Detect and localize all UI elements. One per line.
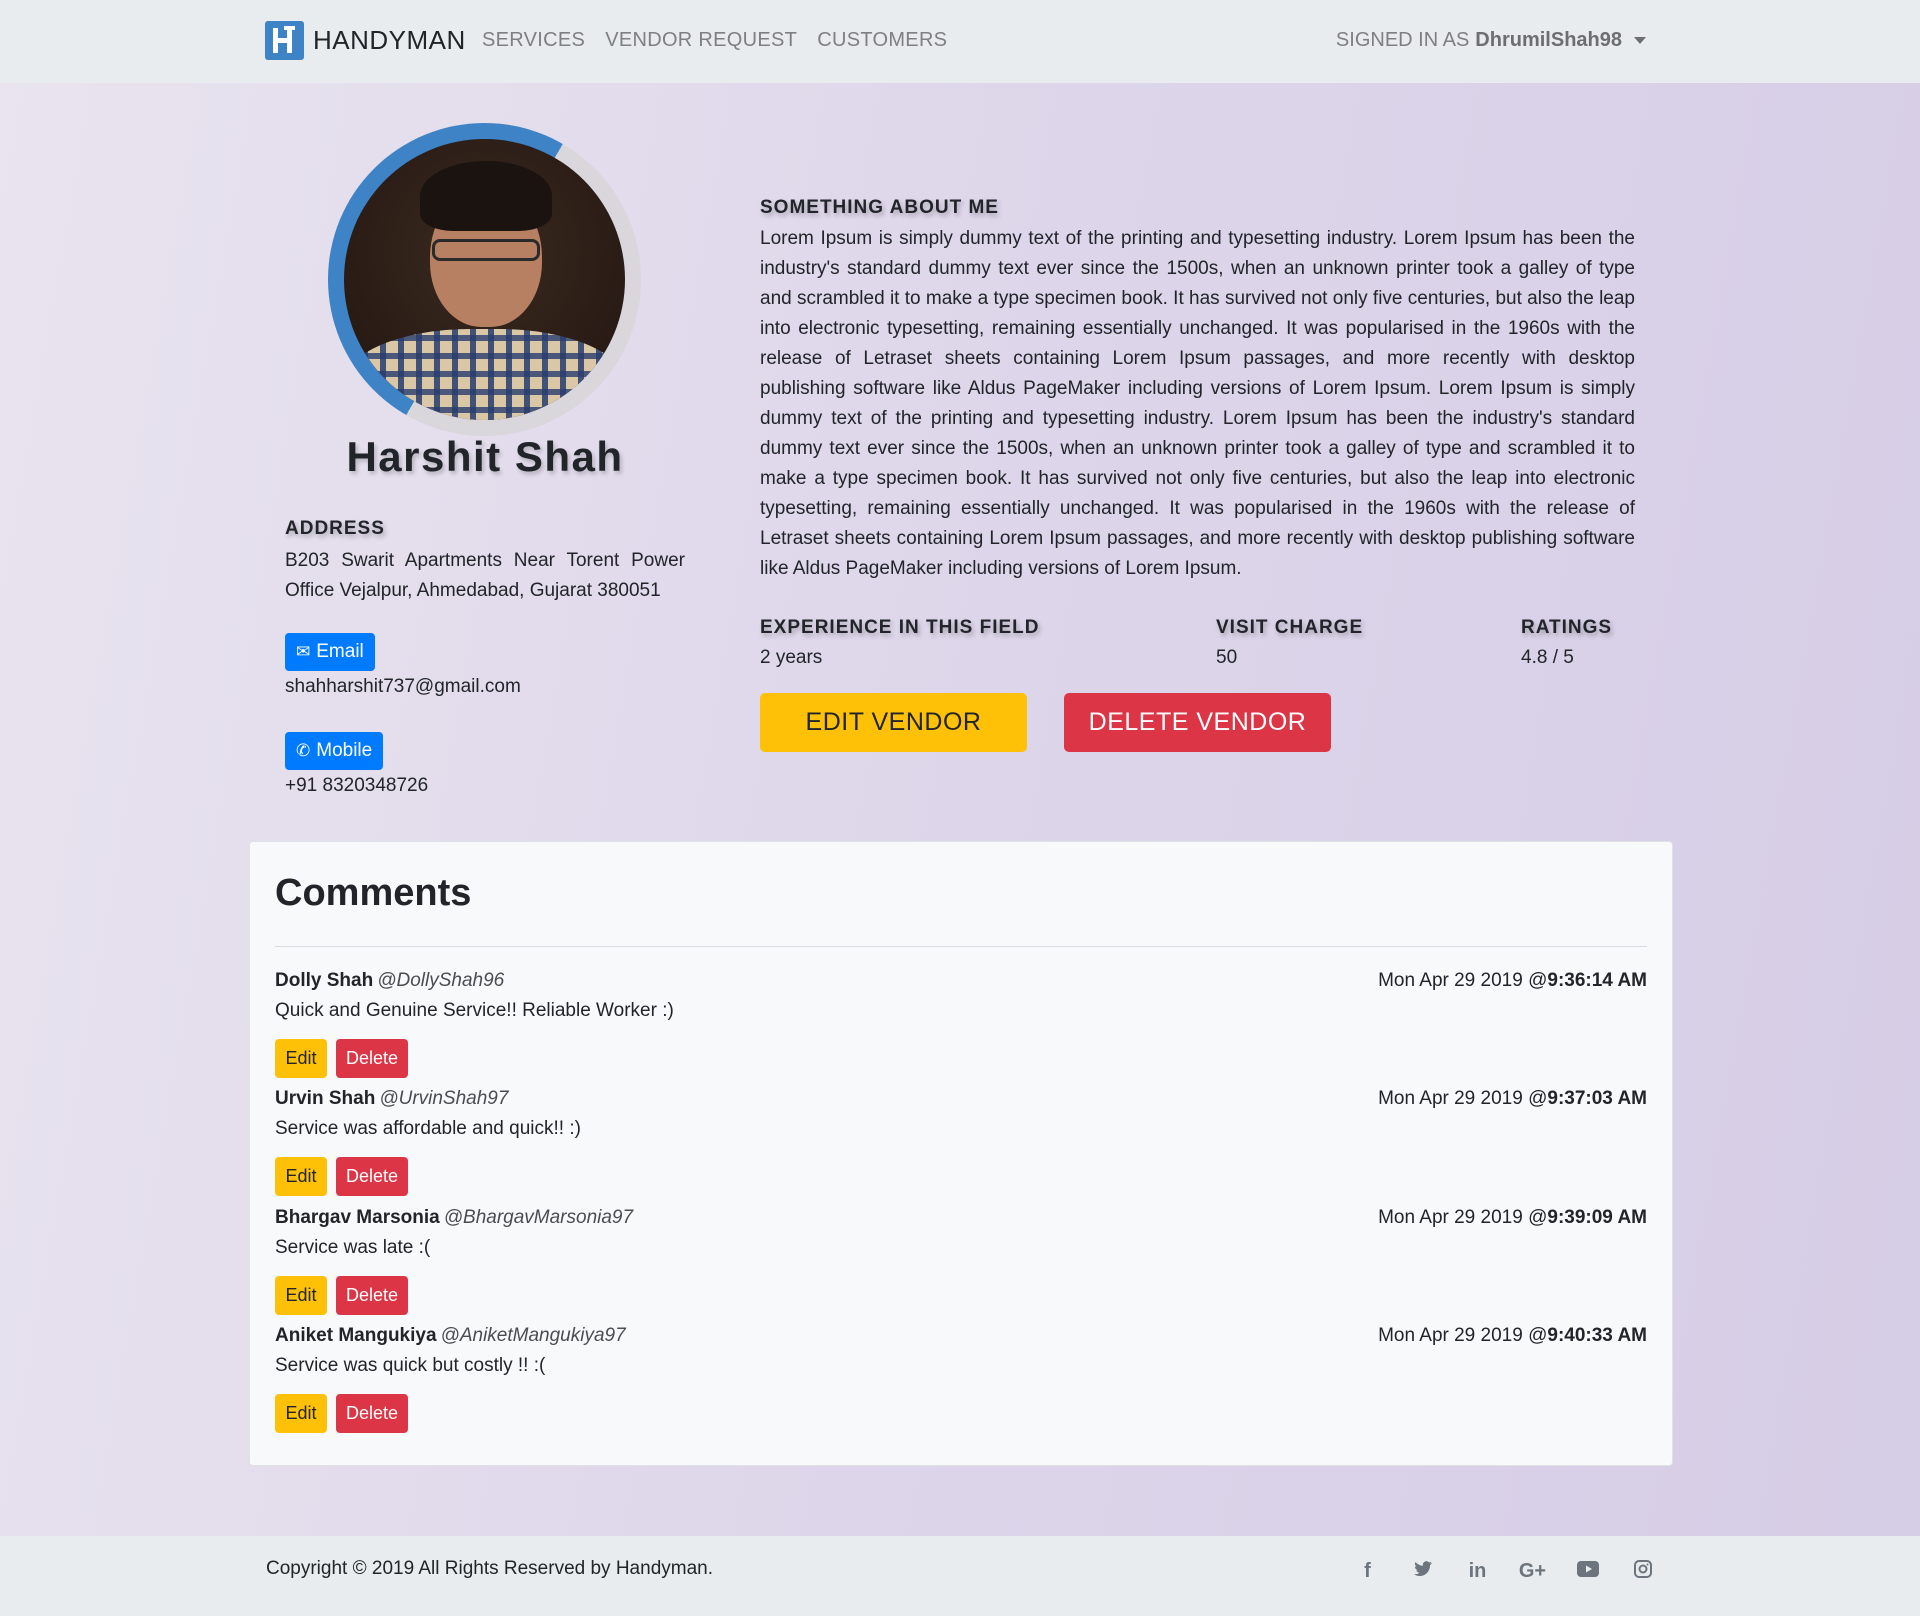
about-text: Lorem Ipsum is simply dummy text of the … — [760, 228, 1635, 579]
comment-item: Urvin Shah @UrvinShah97 Mon Apr 29 2019 @… — [275, 1088, 1647, 1206]
comment-item: Bhargav Marsonia @BhargavMarsonia97 Mon A… — [275, 1207, 1647, 1325]
copyright-text: Copyright © 2019 All Rights Reserved by … — [266, 1558, 714, 1579]
ratings-label: RATINGS — [1521, 617, 1613, 638]
twitter-icon[interactable] — [1395, 1560, 1450, 1584]
comment-edit-button[interactable]: Edit — [275, 1157, 327, 1196]
brand[interactable]: HANDYMAN — [265, 21, 466, 60]
mobile-button-label: Mobile — [316, 740, 373, 761]
comment-timestamp: Mon Apr 29 2019 @9:36:14 AM — [1378, 970, 1647, 991]
comment-author: Urvin Shah — [275, 1088, 376, 1109]
experience-label: EXPERIENCE IN THIS FIELD — [760, 617, 1040, 638]
google-plus-icon[interactable]: G+ — [1505, 1560, 1560, 1584]
comment-delete-button[interactable]: Delete — [336, 1276, 408, 1315]
comment-handle: @BhargavMarsonia97 — [443, 1207, 634, 1228]
address-label: ADDRESS — [285, 518, 385, 539]
caret-down-icon — [1634, 37, 1646, 44]
comment-timestamp: Mon Apr 29 2019 @9:39:09 AM — [1378, 1207, 1647, 1228]
about-label: SOMETHING ABOUT ME — [760, 197, 999, 218]
avatar-progress-ring — [328, 123, 641, 436]
email-button-label: Email — [316, 641, 364, 662]
comment-delete-button[interactable]: Delete — [336, 1394, 408, 1433]
username: DhrumilShah98 — [1475, 29, 1622, 51]
comment-edit-button[interactable]: Edit — [275, 1039, 327, 1078]
nav-vendor-request[interactable]: VENDOR REQUEST — [605, 29, 797, 52]
edit-vendor-button[interactable]: EDIT VENDOR — [760, 693, 1027, 752]
instagram-icon[interactable] — [1615, 1560, 1670, 1584]
address-text: B203 Swarit Apartments Near Torent Power… — [285, 550, 685, 601]
mobile-button[interactable]: ✆ Mobile — [285, 732, 384, 770]
comments-title: Comments — [275, 872, 472, 914]
nav-services[interactable]: SERVICES — [482, 29, 585, 52]
divider — [275, 946, 1647, 947]
visit-charge-label: VISIT CHARGE — [1216, 617, 1364, 638]
comment-item: Dolly Shah @DollyShah96 Mon Apr 29 2019 @… — [275, 970, 1647, 1088]
comment-handle: @DollyShah96 — [377, 970, 505, 991]
nav-links: SERVICES VENDOR REQUEST CUSTOMERS — [482, 29, 967, 52]
comment-text: Quick and Genuine Service!! Reliable Wor… — [275, 1000, 674, 1021]
comment-author: Aniket Mangukiya — [275, 1325, 437, 1346]
comment-edit-button[interactable]: Edit — [275, 1394, 327, 1433]
brand-name: HANDYMAN — [313, 25, 466, 55]
profile-name: Harshit Shah — [346, 433, 624, 480]
comment-text: Service was late :( — [275, 1237, 431, 1258]
comment-text: Service was quick but costly !! :( — [275, 1355, 546, 1376]
comment-timestamp: Mon Apr 29 2019 @9:40:33 AM — [1378, 1325, 1647, 1346]
social-links: f in G+ — [1340, 1560, 1670, 1584]
comment-author: Bhargav Marsonia — [275, 1207, 440, 1228]
ratings-value: 4.8 / 5 — [1521, 647, 1574, 668]
comment-delete-button[interactable]: Delete — [336, 1157, 408, 1196]
top-navbar: HANDYMAN SERVICES VENDOR REQUEST CUSTOME… — [0, 0, 1920, 83]
comment-timestamp: Mon Apr 29 2019 @9:37:03 AM — [1378, 1088, 1647, 1109]
signed-in-label: SIGNED IN AS — [1335, 29, 1470, 51]
comment-handle: @UrvinShah97 — [379, 1088, 509, 1109]
comment-item: Aniket Mangukiya @AniketMangukiya97 Mon A… — [275, 1325, 1647, 1443]
email-button[interactable]: ✉ Email — [285, 633, 375, 671]
youtube-icon[interactable] — [1560, 1560, 1615, 1584]
delete-vendor-button[interactable]: DELETE VENDOR — [1064, 693, 1331, 752]
comment-text: Service was affordable and quick!! :) — [275, 1118, 581, 1139]
comments-card: Comments Dolly Shah @DollyShah96 Mon Apr … — [249, 841, 1673, 1466]
comment-delete-button[interactable]: Delete — [336, 1039, 408, 1078]
email-text: shahharshit737@gmail.com — [285, 676, 521, 697]
avatar — [344, 139, 625, 420]
facebook-icon[interactable]: f — [1340, 1560, 1395, 1584]
comment-author: Dolly Shah — [275, 970, 374, 991]
phone-icon: ✆ — [296, 741, 311, 760]
mobile-text: +91 8320348726 — [285, 775, 429, 796]
envelope-icon: ✉ — [296, 642, 311, 661]
linkedin-icon[interactable]: in — [1450, 1560, 1505, 1584]
experience-value: 2 years — [760, 647, 823, 668]
comment-edit-button[interactable]: Edit — [275, 1276, 327, 1315]
footer: Copyright © 2019 All Rights Reserved by … — [0, 1536, 1920, 1616]
nav-customers[interactable]: CUSTOMERS — [817, 29, 947, 52]
user-menu-dropdown[interactable]: SIGNED IN AS DhrumilShah98 — [1336, 29, 1646, 52]
visit-charge-value: 50 — [1216, 647, 1238, 668]
comment-handle: @AniketMangukiya97 — [440, 1325, 626, 1346]
handyman-logo-icon — [265, 21, 304, 60]
